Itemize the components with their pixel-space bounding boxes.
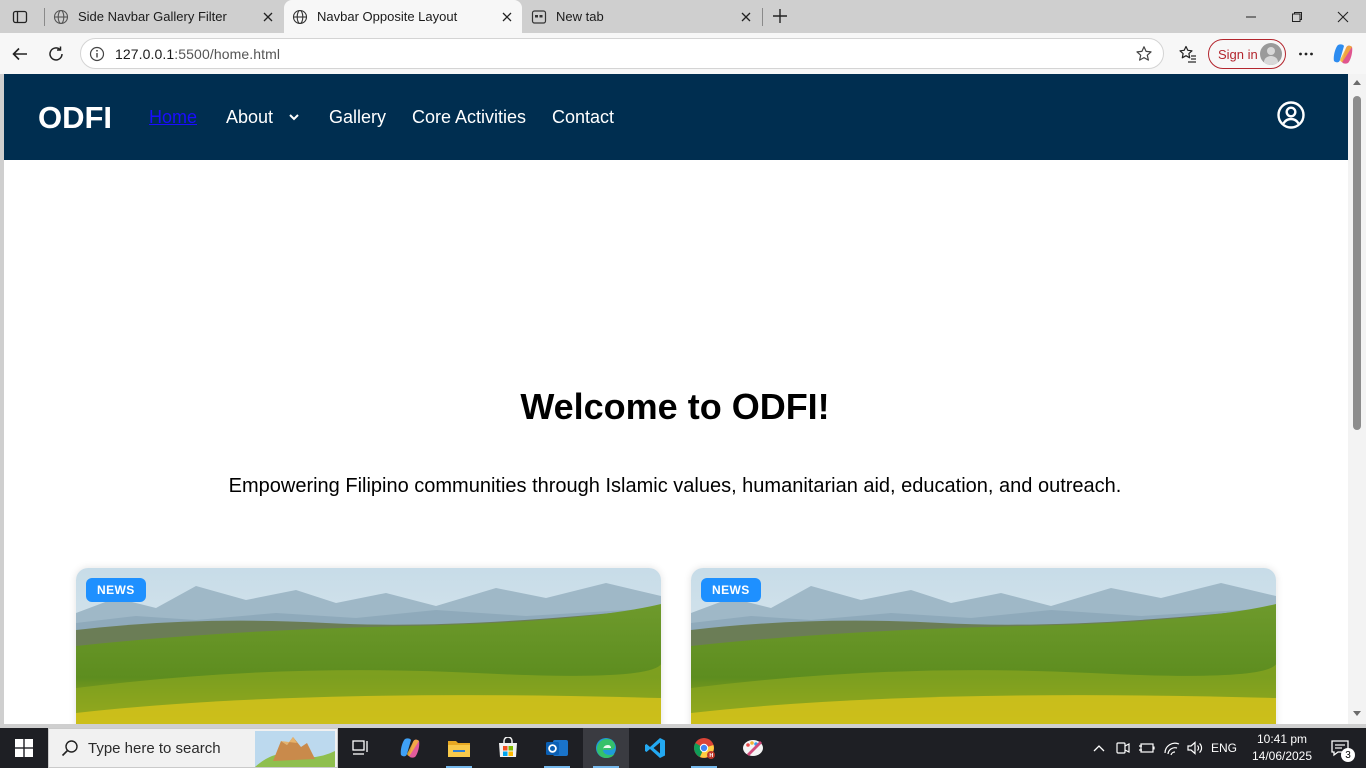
- restore-icon[interactable]: [1274, 0, 1320, 33]
- close-icon[interactable]: [498, 8, 516, 26]
- url-path: :5500/home.html: [174, 45, 281, 62]
- microsoft-edge-icon[interactable]: [583, 728, 629, 768]
- close-icon[interactable]: [259, 8, 277, 26]
- nav-link-home[interactable]: Home: [149, 107, 197, 128]
- user-account-icon[interactable]: [1276, 100, 1306, 130]
- news-badge: NEWS: [701, 578, 761, 602]
- vscode-icon[interactable]: [632, 728, 678, 768]
- paint-icon[interactable]: [730, 728, 776, 768]
- landscape-image: [76, 568, 661, 724]
- taskbar-search-box[interactable]: Type here to search: [48, 728, 338, 768]
- more-options-icon[interactable]: [1292, 40, 1320, 68]
- search-icon: [61, 740, 78, 757]
- news-card[interactable]: NEWS: [76, 568, 661, 724]
- page-viewport: ODFI Home About Gallery Core Activities …: [4, 74, 1348, 724]
- sign-in-button[interactable]: Sign in: [1208, 39, 1286, 69]
- news-card[interactable]: NEWS: [691, 568, 1276, 724]
- browser-tab-strip: Side Navbar Gallery Filter Navbar Opposi…: [0, 0, 1366, 33]
- windows-start-icon[interactable]: [0, 728, 48, 768]
- taskbar-clock[interactable]: 10:41 pm 14/06/2025: [1244, 731, 1320, 765]
- tab-separator: [762, 8, 763, 26]
- notification-center-icon[interactable]: 3: [1320, 728, 1360, 768]
- new-tab-page-icon: [531, 9, 547, 25]
- tab-actions-icon[interactable]: [8, 6, 32, 28]
- copilot-app-icon[interactable]: [387, 728, 433, 768]
- clock-time: 10:41 pm: [1256, 732, 1308, 746]
- tab-title: New tab: [556, 9, 604, 24]
- browser-toolbar: 127.0.0.1:5500/home.html Sign in: [0, 33, 1366, 74]
- sign-in-label: Sign in: [1218, 46, 1258, 62]
- url-text: 127.0.0.1:5500/home.html: [115, 46, 280, 62]
- search-highlight-illustration: [255, 731, 335, 767]
- tab-navbar-opposite-layout[interactable]: Navbar Opposite Layout: [284, 0, 522, 33]
- clock-date: 14/06/2025: [1251, 749, 1313, 763]
- microsoft-store-icon[interactable]: [485, 728, 531, 768]
- scroll-down-arrow-icon[interactable]: [1353, 711, 1361, 716]
- minimize-icon[interactable]: [1228, 0, 1274, 33]
- nav-link-gallery[interactable]: Gallery: [329, 107, 386, 128]
- close-icon[interactable]: [737, 8, 755, 26]
- windows-taskbar: Type here to search H ENG 10:41 pm 14/06…: [0, 728, 1366, 768]
- copilot-icon[interactable]: [1329, 40, 1357, 68]
- tab-side-navbar-gallery-filter[interactable]: Side Navbar Gallery Filter: [45, 0, 283, 33]
- close-window-icon[interactable]: [1320, 0, 1366, 33]
- favorites-icon[interactable]: [1174, 40, 1202, 68]
- site-navbar: ODFI Home About Gallery Core Activities …: [4, 74, 1348, 160]
- scrollbar-thumb[interactable]: [1353, 96, 1361, 430]
- globe-icon: [53, 9, 69, 25]
- landscape-image: [691, 568, 1276, 724]
- vertical-scrollbar[interactable]: [1348, 74, 1366, 724]
- svg-text:H: H: [709, 753, 713, 759]
- show-hidden-icons-chevron-icon[interactable]: [1088, 728, 1110, 768]
- search-placeholder: Type here to search: [88, 739, 221, 757]
- tab-title: Navbar Opposite Layout: [317, 9, 458, 24]
- hero-title: Welcome to ODFI!: [520, 386, 830, 427]
- news-badge: NEWS: [86, 578, 146, 602]
- site-logo[interactable]: ODFI: [38, 100, 112, 136]
- task-view-icon[interactable]: [338, 728, 384, 768]
- globe-icon: [292, 9, 308, 25]
- refresh-icon[interactable]: [42, 40, 70, 68]
- notification-count-badge: 3: [1341, 748, 1355, 762]
- url-host: 127.0.0.1: [115, 45, 175, 62]
- back-arrow-icon[interactable]: [6, 40, 34, 68]
- scroll-up-arrow-icon[interactable]: [1353, 80, 1361, 85]
- meet-now-icon[interactable]: [1112, 728, 1134, 768]
- tab-title: Side Navbar Gallery Filter: [78, 9, 227, 24]
- input-language[interactable]: ENG: [1208, 728, 1240, 768]
- battery-plugged-icon[interactable]: [1136, 728, 1158, 768]
- nav-link-contact[interactable]: Contact: [552, 107, 614, 128]
- volume-icon[interactable]: [1184, 728, 1206, 768]
- address-bar[interactable]: 127.0.0.1:5500/home.html: [80, 38, 1164, 69]
- tab-new-tab[interactable]: New tab: [523, 0, 761, 33]
- profile-avatar-icon: [1260, 43, 1282, 65]
- chrome-icon[interactable]: H: [681, 728, 727, 768]
- hero-subtitle: Empowering Filipino communities through …: [228, 475, 1122, 497]
- site-info-icon[interactable]: [88, 45, 106, 63]
- file-explorer-icon[interactable]: [436, 728, 482, 768]
- wifi-icon[interactable]: [1160, 728, 1184, 768]
- new-tab-plus-icon[interactable]: [768, 5, 792, 27]
- nav-link-about[interactable]: About: [226, 107, 273, 128]
- nav-link-core-activities[interactable]: Core Activities: [412, 107, 526, 128]
- favorite-star-icon[interactable]: [1134, 44, 1154, 64]
- chevron-down-icon[interactable]: [288, 112, 300, 122]
- outlook-icon[interactable]: [534, 728, 580, 768]
